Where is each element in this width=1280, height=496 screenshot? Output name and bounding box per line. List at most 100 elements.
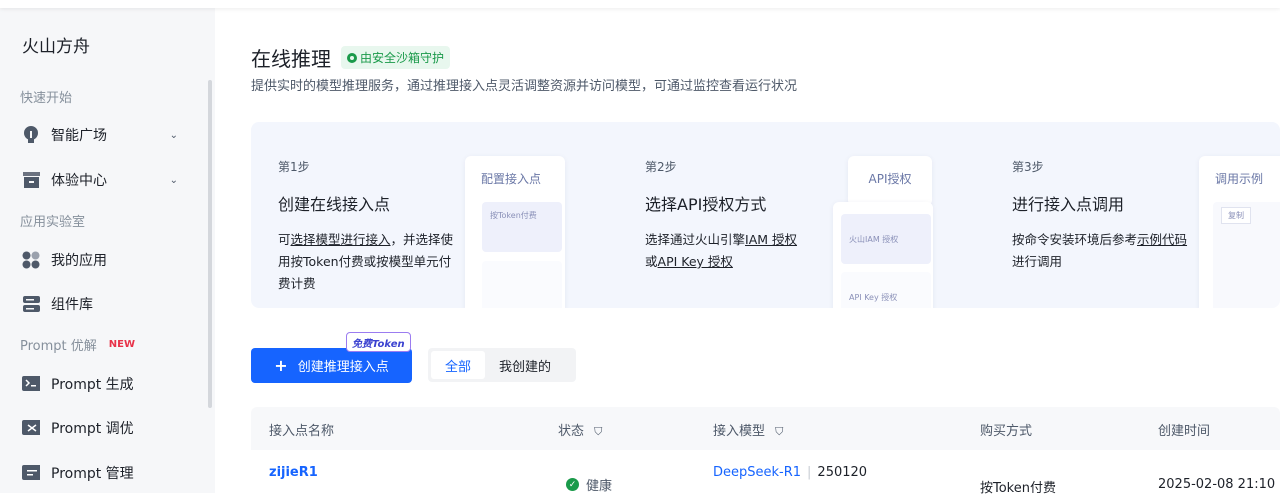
call-example-card: 调用示例 复制 xyxy=(1199,156,1280,308)
brand-logo: 火山方舟 xyxy=(22,37,90,57)
step-number: 第3步 xyxy=(1012,160,1044,174)
table-row: zijieR1 ✓ 健康 DeepSeek-R1 | 250120 按Token付费 … xyxy=(251,450,1280,496)
select-model-link[interactable]: 选择模型进行接入 xyxy=(291,232,391,247)
sidebar-item-label: 组件库 xyxy=(51,297,93,313)
text: 可 xyxy=(278,232,291,247)
col-created: 创建时间 xyxy=(1158,424,1211,439)
purchase-type: 按Token付费 xyxy=(980,481,1056,496)
shield-icon xyxy=(347,52,357,63)
status-text: 健康 xyxy=(586,479,613,494)
bulb-icon xyxy=(22,126,40,144)
page-title: 在线推理 由安全沙箱守护 xyxy=(251,43,451,72)
button-label: 创建推理接入点 xyxy=(297,360,389,375)
sidebar-item-experience-center[interactable]: 体验中心 ⌄ xyxy=(22,168,182,192)
api-auth-options: 火山IAM 授权 API Key 授权 xyxy=(833,202,933,308)
free-token-tag: 免费Token xyxy=(346,332,411,352)
text: 按命令安装环境后参考 xyxy=(1012,232,1138,247)
terminal-icon xyxy=(22,375,40,393)
api-key-link[interactable]: API Key 授权 xyxy=(658,254,733,269)
section-label: Prompt 优解 xyxy=(20,339,97,354)
sidebar-item-prompt-manage[interactable]: Prompt 管理 xyxy=(22,461,182,485)
endpoint-name-link[interactable]: zijieR1 xyxy=(269,465,318,480)
card-title: 调用示例 xyxy=(1215,172,1264,186)
step-description: 选择通过火山引擎IAM 授权或API Key 授权 xyxy=(645,229,825,273)
filter-icon[interactable]: ⛉ xyxy=(594,425,602,438)
col-name: 接入点名称 xyxy=(269,424,335,439)
model-cell: DeepSeek-R1 | 250120 xyxy=(713,465,868,480)
plus-icon: + xyxy=(274,356,288,375)
sample-code-link[interactable]: 示例代码 xyxy=(1137,232,1187,247)
tune-icon xyxy=(22,419,40,437)
step-title: 进行接入点调用 xyxy=(1012,195,1125,214)
tab-all[interactable]: 全部 xyxy=(431,351,486,379)
model-link[interactable]: DeepSeek-R1 xyxy=(713,465,801,480)
tab-mine[interactable]: 我创建的 xyxy=(485,351,565,379)
sidebar-item-label: Prompt 生成 xyxy=(51,377,134,393)
mini-option: API Key 授权 xyxy=(841,272,931,308)
top-bar xyxy=(0,0,1280,8)
database-icon xyxy=(22,295,40,313)
step-title: 选择API授权方式 xyxy=(645,195,767,214)
sidebar-item-label: 智能广场 xyxy=(51,128,107,144)
col-model[interactable]: 接入模型 ⛉ xyxy=(713,420,783,439)
step-2: 第2步 选择API授权方式 选择通过火山引擎IAM 授权或API Key 授权 xyxy=(645,158,825,273)
sidebar-item-model-square[interactable]: 智能广场 ⌄ xyxy=(22,123,182,147)
code-sample: 复制 xyxy=(1213,202,1280,308)
step-number: 第2步 xyxy=(645,160,677,174)
step-description: 可选择模型进行接入，并选择使用按Token付费或按模型单元付费计费 xyxy=(278,229,458,295)
create-endpoint-button[interactable]: + 创建推理接入点 xyxy=(251,348,412,383)
box-icon xyxy=(22,171,40,189)
sidebar-item-prompt-generate[interactable]: Prompt 生成 xyxy=(22,372,182,396)
sandbox-badge: 由安全沙箱守护 xyxy=(341,46,451,69)
title-text: 在线推理 xyxy=(251,47,331,71)
page-description: 提供实时的模型推理服务，通过推理接入点灵活调整资源并访问模型，可通过监控查看运行… xyxy=(251,79,798,94)
sidebar-item-prompt-tune[interactable]: Prompt 调优 xyxy=(22,416,182,440)
sidebar: 火山方舟 快速开始 智能广场 ⌄ 体验中心 ⌄ 应用实验室 我的应用 组件库 Pro… xyxy=(0,0,215,493)
table-header: 接入点名称 状态 ⛉ 接入模型 ⛉ 购买方式 创建时间 xyxy=(251,407,1280,450)
step-3: 第3步 进行接入点调用 按命令安装环境后参考示例代码进行调用 xyxy=(1012,158,1192,273)
filter-icon[interactable]: ⛉ xyxy=(775,425,783,438)
header-label: 接入模型 xyxy=(713,424,766,439)
sidebar-item-components[interactable]: 组件库 xyxy=(22,292,182,316)
mini-option: 按Token付费 xyxy=(482,202,562,252)
text: 或 xyxy=(645,254,658,269)
apps-icon xyxy=(22,251,40,269)
sidebar-item-label: 体验中心 xyxy=(51,173,107,189)
steps-banner: 第1步 创建在线接入点 可选择模型进行接入，并选择使用按Token付费或按模型单… xyxy=(251,122,1280,308)
section-app-lab: 应用实验室 xyxy=(20,215,86,230)
step-description: 按命令安装环境后参考示例代码进行调用 xyxy=(1012,229,1192,273)
api-auth-card: API授权 xyxy=(848,156,932,206)
check-icon: ✓ xyxy=(566,478,579,491)
status-badge: ✓ 健康 xyxy=(566,475,612,494)
sidebar-item-label: 我的应用 xyxy=(51,253,107,269)
text: 进行调用 xyxy=(1012,254,1063,269)
model-version: 250120 xyxy=(817,465,868,480)
copy-button: 复制 xyxy=(1221,207,1251,224)
new-badge: NEW xyxy=(108,339,136,350)
config-endpoint-card: 配置接入点 按Token付费 xyxy=(465,156,565,308)
step-1: 第1步 创建在线接入点 可选择模型进行接入，并选择使用按Token付费或按模型单… xyxy=(278,158,458,295)
manage-icon xyxy=(22,464,40,482)
card-title: 配置接入点 xyxy=(481,172,542,186)
chevron-down-icon[interactable]: ⌄ xyxy=(170,130,178,141)
sidebar-item-label: Prompt 管理 xyxy=(51,466,134,482)
sidebar-item-label: Prompt 调优 xyxy=(51,421,134,437)
iam-auth-link[interactable]: IAM 授权 xyxy=(745,232,797,247)
section-prompt: Prompt 优解 NEW xyxy=(20,335,135,354)
card-title: API授权 xyxy=(868,172,912,186)
chevron-down-icon[interactable]: ⌄ xyxy=(170,175,178,186)
badge-text: 由安全沙箱守护 xyxy=(360,51,445,65)
step-title: 创建在线接入点 xyxy=(278,195,391,214)
col-purchase: 购买方式 xyxy=(980,424,1033,439)
created-time: 2025-02-08 21:10 xyxy=(1158,477,1276,492)
sidebar-scrollbar[interactable] xyxy=(208,80,212,408)
mini-option: 火山IAM 授权 xyxy=(841,214,931,264)
section-quick-start: 快速开始 xyxy=(20,91,73,106)
sidebar-item-my-apps[interactable]: 我的应用 xyxy=(22,248,182,272)
text: 选择通过火山引擎 xyxy=(645,232,746,247)
filter-tabs: 全部 我创建的 xyxy=(428,348,576,382)
header-label: 状态 xyxy=(558,424,585,439)
mini-placeholder xyxy=(482,261,562,308)
col-status[interactable]: 状态 ⛉ xyxy=(558,420,602,439)
step-number: 第1步 xyxy=(278,160,310,174)
